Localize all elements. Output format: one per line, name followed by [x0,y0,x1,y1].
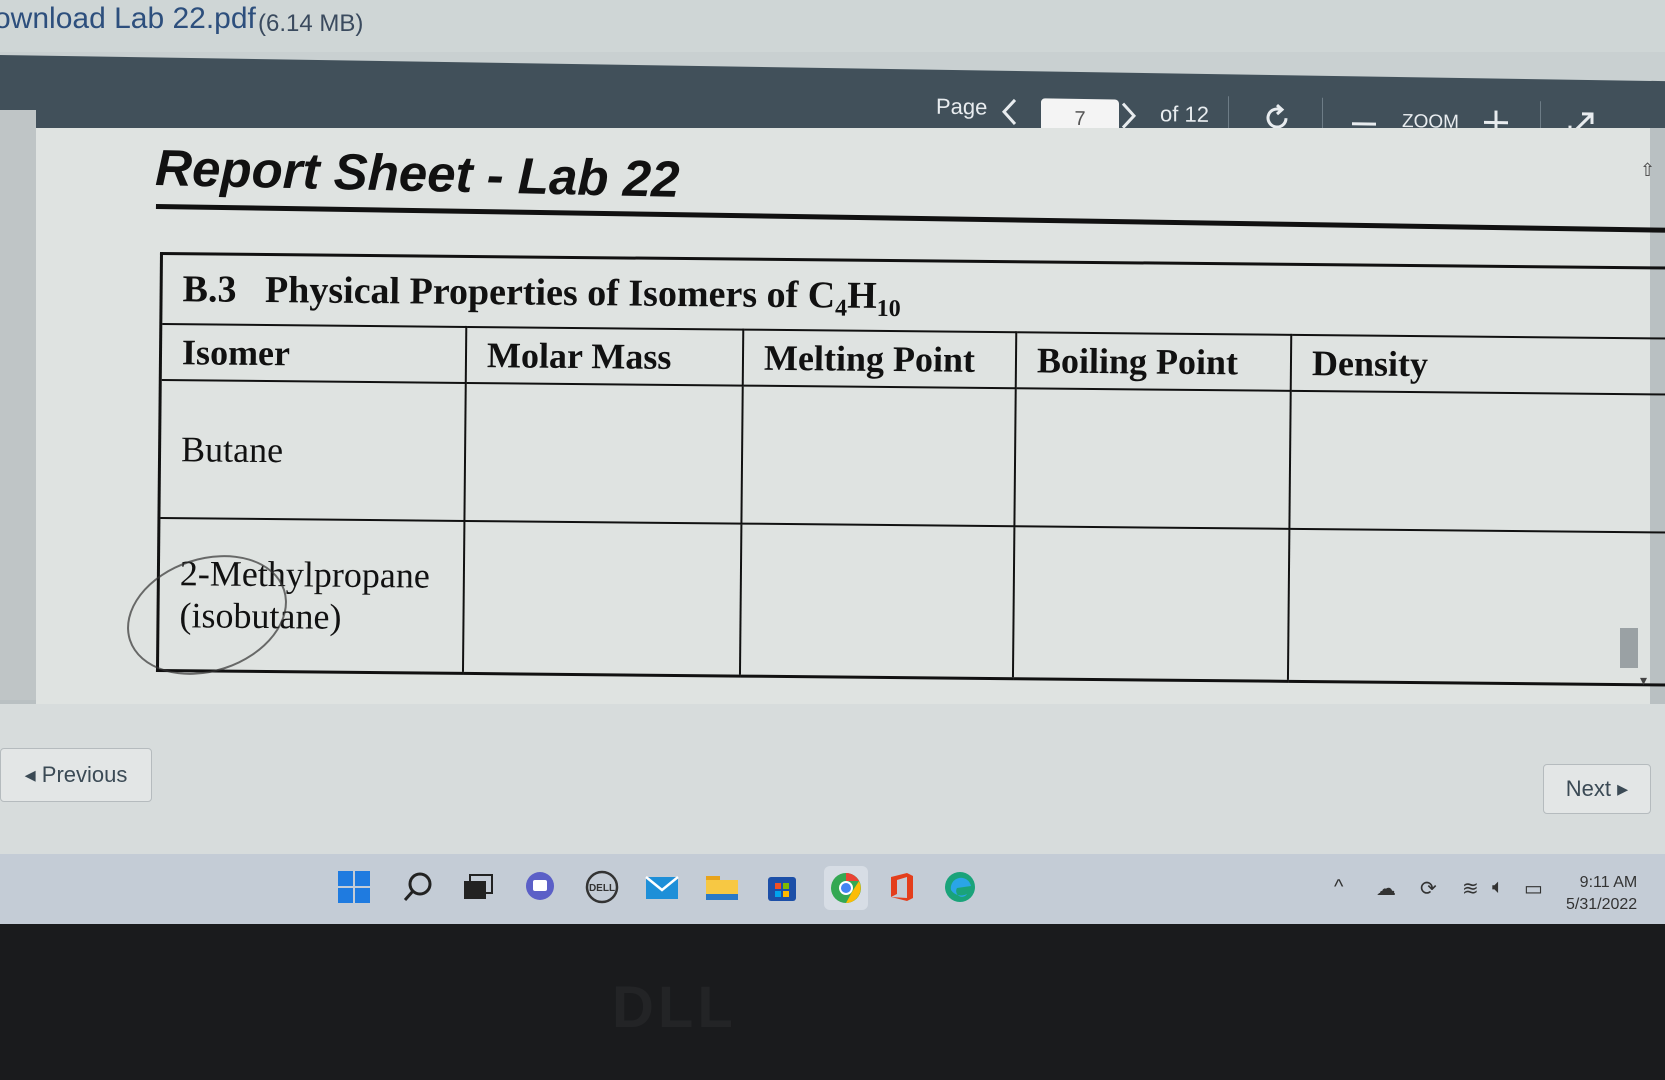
bezel-logo: D​​LL [612,975,737,1040]
system-clock[interactable]: 9:11 AM 5/31/2022 [1566,872,1637,916]
isomer-name: Butane [180,429,284,471]
properties-table: Isomer Molar Mass Melting Point Boiling … [156,323,1665,686]
mail-icon[interactable] [644,869,680,905]
molar-mass-cell[interactable] [462,520,742,677]
viewer-left-margin [0,110,36,700]
title-underline [155,204,1665,233]
battery-icon[interactable]: ▭ [1524,876,1543,901]
table-row: Butane [158,380,1665,533]
header-density: Density [1290,334,1665,395]
molar-mass-cell[interactable] [464,382,743,524]
melting-point-cell[interactable] [739,523,1015,679]
office-icon[interactable] [884,869,920,905]
page-navigation: ◂ Previous Next ▸ [0,704,1665,854]
header-molar-mass: Molar Mass [465,326,744,386]
dell-icon[interactable]: DELL [584,869,620,905]
clock-time: 9:11 AM [1579,874,1638,891]
download-bar: ownload Lab 22.pdf (6.14 MB) [0,0,1665,52]
boiling-point-cell[interactable] [1014,388,1291,529]
svg-text:DELL: DELL [589,883,615,894]
windows-taskbar: DELL ^ ☁ ⟳ ≋ 🔈︎ ▭ 9:11 AM 5/31/2022 [0,854,1665,924]
page-label: Page [936,93,988,120]
sync-icon[interactable]: ⟳ [1420,876,1437,901]
onedrive-cloud-icon[interactable]: ☁ [1376,876,1396,901]
task-view-icon[interactable] [460,869,496,905]
page-title: Report Sheet - Lab 22 [154,138,681,208]
search-icon[interactable] [400,869,436,905]
table-row: 2-Methylpropane (isobutane) [157,518,1665,685]
header-melting-point: Melting Point [742,329,1017,389]
page-count: of 12 [1160,101,1209,127]
teams-chat-icon[interactable] [522,869,558,905]
clock-date: 5/31/2022 [1566,896,1638,913]
formula-subscript-h: 10 [876,295,901,323]
store-icon[interactable] [764,869,800,905]
formula-subscript-c: 4 [834,295,848,322]
section-heading: B.3 Physical Properties of Isomers of C4… [159,252,1665,338]
wifi-icon[interactable]: ≋ [1462,876,1479,901]
laptop-bezel: D​​LL [0,924,1665,1080]
properties-table-section: B.3 Physical Properties of Isomers of C4… [156,252,1665,696]
header-boiling-point: Boiling Point [1015,332,1292,391]
scroll-down-arrow-icon[interactable]: ▾ [1640,672,1647,689]
melting-point-cell[interactable] [741,385,1016,527]
edge-icon[interactable] [942,869,978,905]
section-title: Physical Properties of Isomers of C [264,269,836,317]
isomer-cell: Butane [158,380,466,521]
previous-button[interactable]: ◂ Previous [0,748,152,802]
section-number: B.3 [182,268,237,311]
density-cell[interactable] [1289,390,1665,533]
header-isomer: Isomer [160,324,467,383]
windows-start-icon[interactable] [336,869,372,905]
scrollbar-thumb[interactable] [1620,628,1638,668]
next-button[interactable]: Next ▸ [1543,764,1651,814]
boiling-point-cell[interactable] [1012,526,1290,682]
show-hidden-icons-chevron-icon[interactable]: ^ [1334,876,1343,899]
volume-icon[interactable]: 🔈︎ [1492,876,1504,899]
chevron-left-icon[interactable] [1000,97,1020,132]
scroll-up-arrow-icon[interactable]: ⇧ [1640,160,1655,181]
file-explorer-icon[interactable] [704,869,740,905]
chrome-icon[interactable] [824,866,868,910]
density-cell[interactable] [1287,528,1665,685]
download-filename[interactable]: ownload Lab 22.pdf [0,2,256,36]
download-filesize: (6.14 MB) [258,10,364,37]
formula-h: H [847,274,877,317]
